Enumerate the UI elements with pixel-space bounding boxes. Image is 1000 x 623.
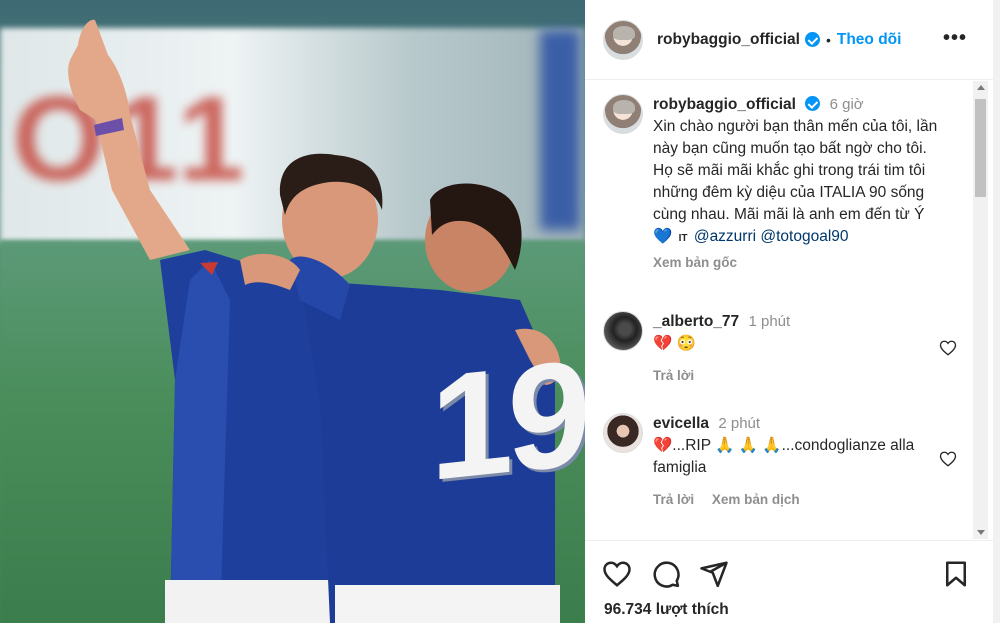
scroll-up-arrow-icon[interactable] xyxy=(977,85,985,90)
comment-time[interactable]: 1 phút xyxy=(748,313,790,330)
mention-azzurri[interactable]: @azzurri xyxy=(694,228,756,245)
likes-count[interactable]: 96.734 lượt thích xyxy=(604,601,729,619)
scroll-down-arrow-icon[interactable] xyxy=(977,530,985,535)
comment-text: 💔...RIP 🙏 🙏 🙏...condoglianze alla famigl… xyxy=(653,437,915,476)
comments-scrollbar[interactable] xyxy=(973,81,988,539)
flag-it: IT xyxy=(678,233,688,244)
mention-totogoal90[interactable]: @totogoal90 xyxy=(760,228,848,245)
commenter-avatar[interactable] xyxy=(603,311,643,351)
comment-username[interactable]: _alberto_77 xyxy=(653,313,739,330)
jersey-number: 19 xyxy=(430,327,585,513)
scrollbar-thumb[interactable] xyxy=(975,99,986,197)
players-illustration xyxy=(68,19,561,623)
comment-text: 💔 😳 xyxy=(653,335,696,352)
more-options-icon[interactable]: ••• xyxy=(943,28,967,48)
caption-time[interactable]: 6 giờ xyxy=(830,96,864,113)
post-panel: robybaggio_official • Theo dõi ••• robyb… xyxy=(585,0,993,623)
comment-meta: Trả lời xyxy=(653,365,963,387)
author-avatar[interactable] xyxy=(603,19,643,60)
caption-username[interactable]: robybaggio_official xyxy=(653,96,796,113)
caption-text: Xin chào người bạn thân mến của tôi, lần… xyxy=(653,116,948,250)
reply-button[interactable]: Trả lời xyxy=(653,368,694,383)
caption-meta: Xem bản gốc xyxy=(653,252,963,274)
comments-list[interactable]: robybaggio_official 6 giờ Xin chào người… xyxy=(585,81,973,539)
page-scrollbar[interactable] xyxy=(993,0,1000,623)
caption-row: robybaggio_official 6 giờ Xin chào người… xyxy=(603,94,963,274)
caption-avatar[interactable] xyxy=(603,94,643,134)
comment-row: _alberto_77 1 phút 💔 😳 Trả lời xyxy=(603,311,963,387)
reply-button[interactable]: Trả lời xyxy=(653,492,694,507)
like-comment-heart-icon[interactable] xyxy=(939,339,957,357)
post-header: robybaggio_official • Theo dõi ••• xyxy=(585,0,993,80)
comment-bubble-icon[interactable] xyxy=(651,559,681,589)
author-username[interactable]: robybaggio_official xyxy=(657,31,800,49)
comment-username[interactable]: evicella xyxy=(653,415,709,432)
see-original-link[interactable]: Xem bản gốc xyxy=(653,255,737,270)
like-comment-heart-icon[interactable] xyxy=(939,450,957,468)
caption-body: Xin chào người bạn thân mến của tôi, lần… xyxy=(653,118,938,245)
save-bookmark-icon[interactable] xyxy=(941,559,971,589)
share-send-icon[interactable] xyxy=(699,559,729,589)
comment-row: evicella 2 phút 💔...RIP 🙏 🙏 🙏...condogli… xyxy=(603,413,963,511)
like-heart-icon[interactable] xyxy=(602,559,632,589)
see-translation-link[interactable]: Xem bản dịch xyxy=(712,492,800,507)
caption-verified-badge-icon xyxy=(805,96,821,111)
post-actions: 96.734 lượt thích xyxy=(585,540,993,623)
separator-dot: • xyxy=(825,31,831,48)
verified-badge-icon xyxy=(804,32,820,47)
comment-meta: Trả lời Xem bản dịch xyxy=(653,489,933,511)
commenter-avatar[interactable] xyxy=(603,413,643,453)
follow-button[interactable]: Theo dõi xyxy=(837,31,902,49)
post-image[interactable]: O11 19 xyxy=(0,0,585,623)
comment-time[interactable]: 2 phút xyxy=(718,415,760,432)
